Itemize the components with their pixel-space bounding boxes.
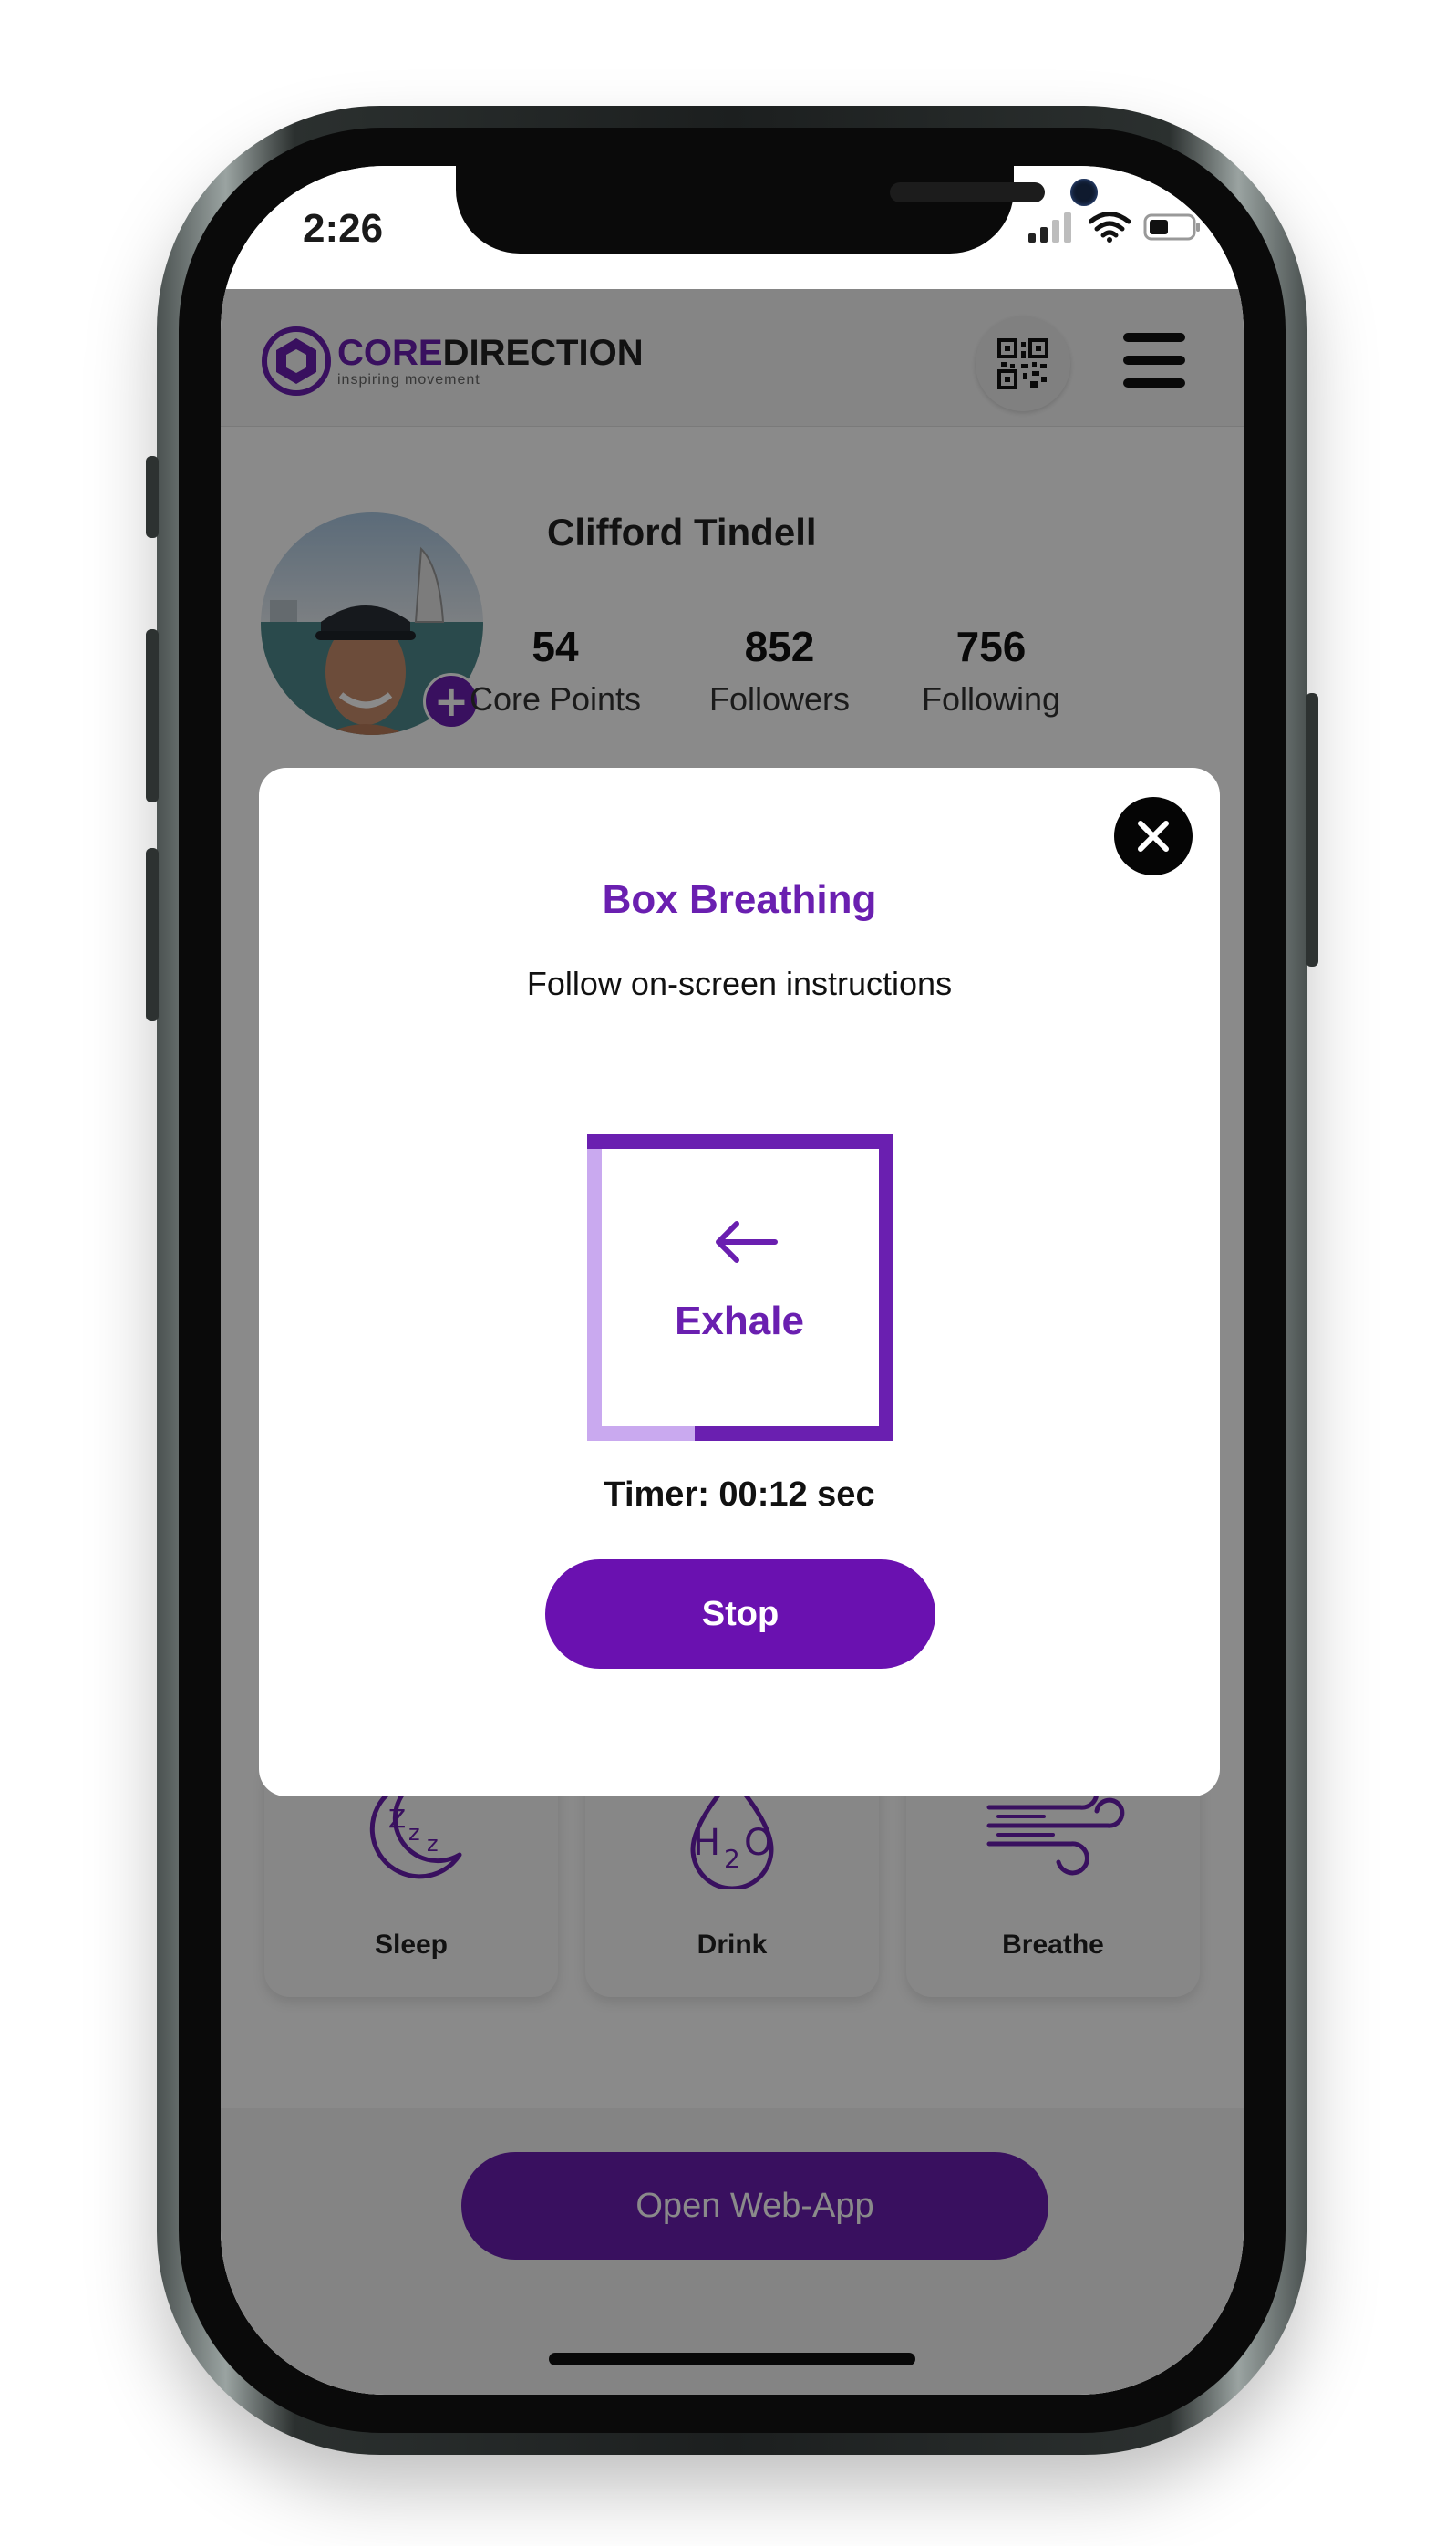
modal-title: Box Breathing [602, 877, 877, 922]
status-bar: 2:26 [221, 166, 1244, 289]
box-breathing-modal: Box Breathing Follow on-screen instructi… [259, 768, 1220, 1796]
signal-icon [1028, 212, 1071, 243]
speaker [890, 182, 1045, 202]
breathing-box [587, 1134, 893, 1441]
battery-icon [1143, 213, 1200, 241]
breathing-phase: Exhale [675, 1299, 804, 1343]
notch [456, 166, 1098, 254]
power-button [1306, 693, 1318, 967]
volume-down-button [146, 848, 159, 1021]
silent-switch [146, 456, 159, 538]
stop-button[interactable]: Stop [545, 1559, 935, 1669]
front-camera [1070, 179, 1098, 206]
wifi-icon [1089, 212, 1131, 243]
timer-text: Timer: 00:12 sec [604, 1475, 875, 1514]
close-button[interactable] [1114, 797, 1193, 875]
phone-screen: 2:26 COREDIRECTION inspiring movement + … [221, 166, 1244, 2395]
modal-subtitle: Follow on-screen instructions [526, 965, 953, 1002]
close-icon [1138, 821, 1169, 852]
status-time: 2:26 [303, 206, 384, 251]
device-mockup: 2:26 COREDIRECTION inspiring movement + … [0, 0, 1456, 2546]
status-icons [1028, 212, 1202, 243]
volume-up-button [146, 629, 159, 802]
